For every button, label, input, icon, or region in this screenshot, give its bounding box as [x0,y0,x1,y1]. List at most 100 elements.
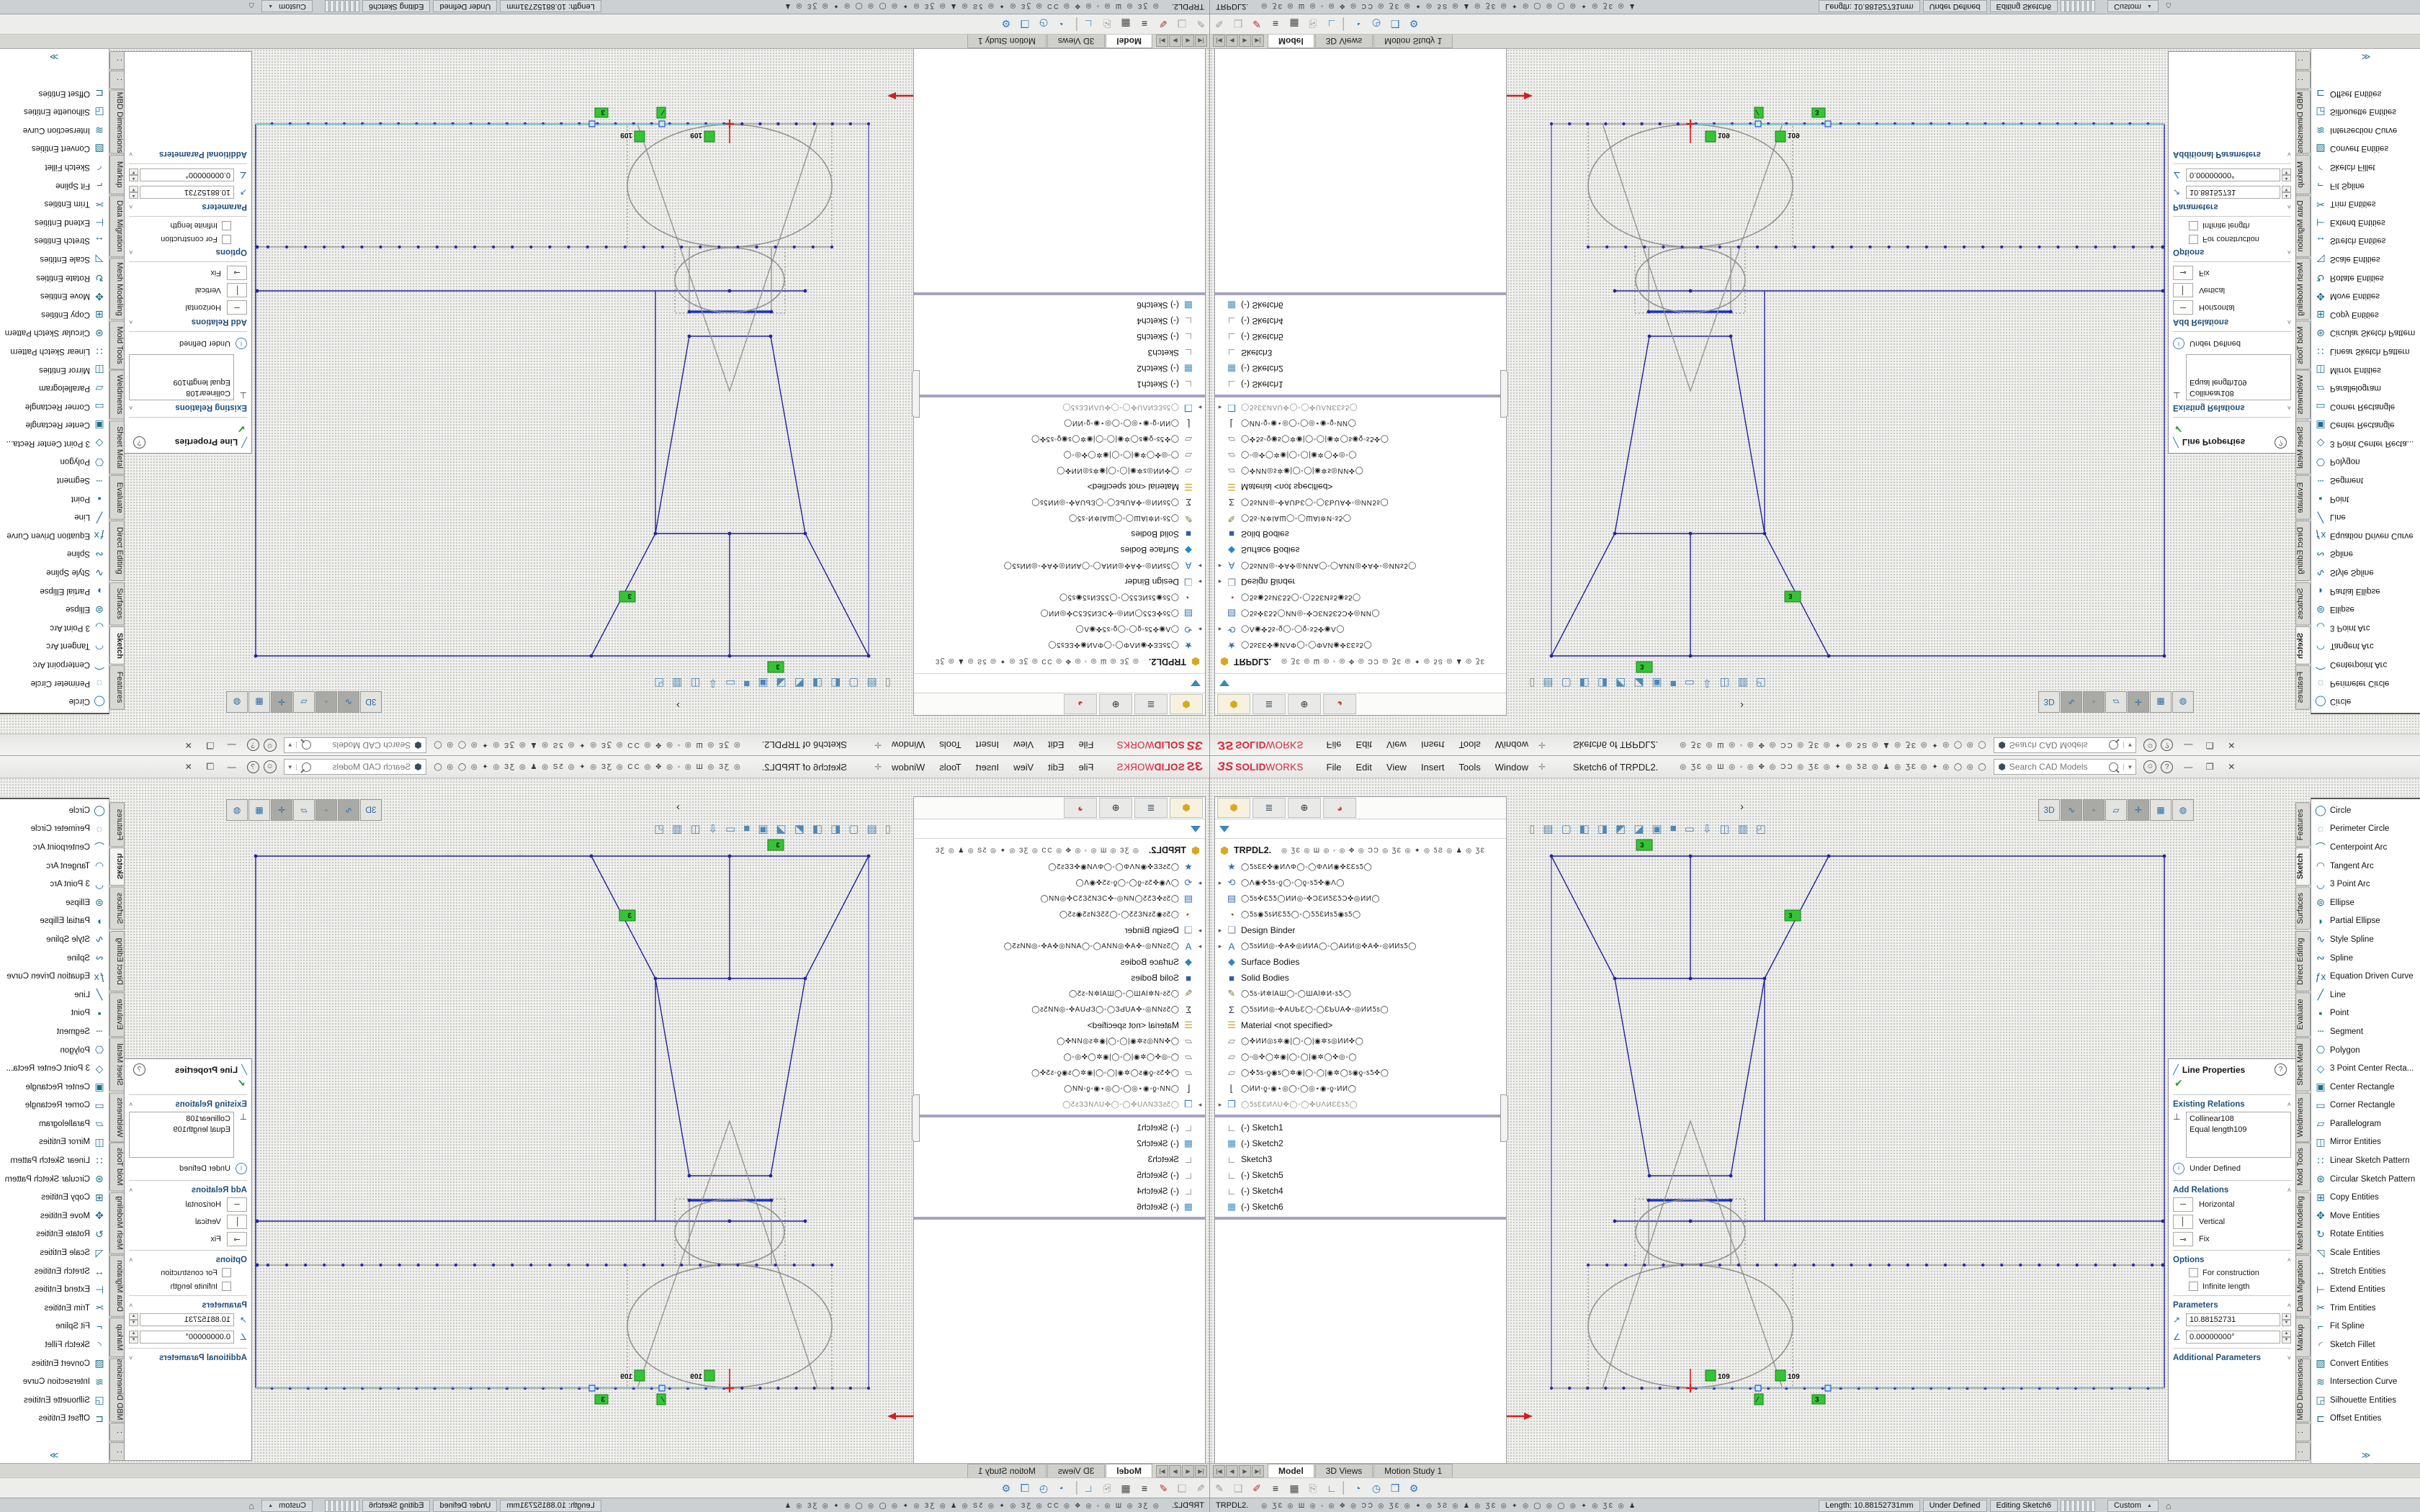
sketch-tool-item[interactable]: ƒx Equation Driven Curve [0,967,109,986]
view-tool-icon[interactable]: ✐ [1247,18,1266,30]
spinner-control[interactable]: ▲▼ [129,186,138,199]
sketch-tool-item[interactable]: ◌ Perimeter Circle [0,674,109,693]
command-tab[interactable]: Sheet Metal [109,420,125,474]
tree-filter-input[interactable] [1215,819,1506,839]
command-tab[interactable]: Sketch [2295,847,2311,886]
sketch-tool-item[interactable]: ⊏ Offset Entities [0,84,109,103]
command-tab[interactable]: Data Migration [109,1255,125,1317]
sketch-tool-item[interactable]: ▪ Point [0,1004,109,1023]
section-parameters[interactable]: Parameters [133,1301,247,1310]
command-tab[interactable]: Sketch [109,626,125,665]
sketch-tool-item[interactable]: ◡ 3 Point Arc [0,618,109,637]
relation-button-icon[interactable]: ⊸ [2173,1232,2193,1246]
tree-item[interactable]: ⌊ ◯ИИ◦ƍ◦◉⋆◎◯◦◯◎⋆◉◦ƍ◦ИИ◯ [1215,1081,1506,1097]
command-tab[interactable]: : [2295,51,2311,70]
feature-manager-tab[interactable]: ⬢ [1170,694,1203,714]
menu-item[interactable]: Tools [932,737,968,754]
command-tab[interactable]: Mesh Modeling [2295,1192,2311,1254]
sketch-tool-item[interactable]: ⊢ Extend Entities [0,1280,109,1299]
option-row[interactable]: For construction [2169,1266,2295,1279]
tree-item[interactable]: ▸ ⟲ ◯Λ◉✜Ƽƽ◦ƍ◯◦◯ƍ◦ƽƼ✜◉Λ◯ [1215,621,1506,637]
collapse-chevron-icon[interactable]: ˄ [2287,203,2291,210]
command-tab[interactable]: : [2295,1442,2311,1461]
tab-nav-arrow[interactable]: ▶| [1252,1465,1264,1477]
collapse-chevron-icon[interactable]: ˄ [2287,248,2291,256]
view-tool-icon[interactable]: ∟ [1079,18,1098,30]
option-row[interactable]: For construction [2169,233,2295,246]
panel-splitter-handle[interactable] [912,1094,920,1142]
relation-entry[interactable]: Collinear108 [133,1114,230,1125]
unit-system-selector[interactable]: Custom ▲ [2107,1,2159,13]
user-account-icon[interactable]: ☺ [264,760,277,773]
toolbar-overflow-chevron[interactable]: › [1740,699,1744,711]
sketch-tool-item[interactable]: ◡ 3 Point Arc [2311,875,2420,894]
command-tab[interactable]: Markup [2295,155,2311,194]
hide-show-button[interactable]: ◦ [315,691,337,713]
restore-button[interactable]: ❐ [200,740,221,750]
document-tab[interactable]: Motion Study 1 [1373,34,1453,48]
sketch-tool-item[interactable]: ∾ Spline [0,545,109,564]
sketch-tool-item[interactable]: ▭ Corner Rectangle [2311,397,2420,416]
tree-item[interactable]: ▸ ❏ Design Binder [914,574,1205,590]
hide-show-button[interactable]: ✛ [271,799,292,821]
sketch-tool-item[interactable]: ⊞ Copy Entities [0,305,109,324]
tree-item[interactable]: ▱ ◯✜ИИ◎ƽ✲◉|◯◦◯|◉✲ƽ◎ИИ✜◯ [914,1033,1205,1049]
sketch-tool-item[interactable]: ƒx Equation Driven Curve [2311,526,2420,545]
tree-item[interactable]: ▱ ◯◦◎✜◯✲◉|◯◦◯|◉✲◯✜◎◦◯ [914,1049,1205,1065]
tab-nav-arrow[interactable]: ▶ [1169,1465,1181,1477]
command-tab[interactable]: Markup [2295,1318,2311,1357]
menu-item[interactable]: Insert [1414,759,1452,775]
view-tool-icon[interactable]: ⎘ [1304,1482,1322,1495]
tree-item[interactable]: ▱ ◯✜Ƽƽ◦ƍ◉ƽ◯✲◉|◯◦◯|◉✲◯ƽ◉ƍ◦ƽƼ✜◯ [914,431,1205,447]
search-icon[interactable] [2109,741,2118,750]
sketch-tool-item[interactable]: ◯ Circle [2311,692,2420,711]
sketch-tool-item[interactable]: ∾ Spline [2311,545,2420,564]
view-tool-icon[interactable]: ∟ [1322,1482,1341,1494]
sketch-tool-item[interactable]: ∿ Style Spline [0,930,109,949]
command-tab[interactable]: Sketch [109,847,125,886]
hide-show-button[interactable]: ✛ [2128,799,2149,821]
command-tab[interactable]: Mold Tools [2295,1143,2311,1192]
close-button[interactable]: ✕ [178,740,200,750]
view-tool-icon[interactable]: ❒ [1016,18,1034,30]
search-dropdown-icon[interactable]: ▼ [2123,764,2136,770]
view-orientation-icon[interactable]: ◪ [1634,677,1644,690]
relation-entry[interactable]: Collinear108 [133,387,230,398]
expand-arrow-icon[interactable]: ▸ [1215,1101,1225,1109]
expand-chevron-icon[interactable]: ˅ [2287,1354,2291,1362]
menu-item[interactable]: Tools [932,759,968,775]
checkbox[interactable] [2189,221,2198,230]
sketch-tool-item[interactable]: ∷ Linear Sketch Pattern [0,342,109,361]
command-tab[interactable]: Mesh Modeling [2295,258,2311,320]
tree-item[interactable]: ▱ ◯✜Ƽƽ◦ƍ◉ƽ◯✲◉|◯◦◯|◉✲◯ƽ◉ƍ◦ƽƼ✜◯ [1215,1065,1506,1081]
tree-item[interactable]: ◆ Surface Bodies [914,954,1205,970]
tree-item[interactable]: ∟ Sketch3 [1215,1151,1506,1167]
pin-icon[interactable]: ✛ [874,740,882,750]
sketch-tool-item[interactable]: ▣ Center Rectangle [0,416,109,435]
checkbox[interactable] [2189,1268,2198,1277]
command-tab[interactable]: MBD Dimensions [2295,90,2311,154]
spinner-control[interactable]: ▲▼ [129,1331,138,1344]
sketch-tool-item[interactable]: ◜ Sketch Fillet [2311,158,2420,176]
document-tab[interactable]: Motion Study 1 [967,34,1047,48]
view-tool-icon[interactable]: ❒ [1386,18,1404,30]
hide-show-button[interactable]: ◍ [2172,799,2194,821]
hide-show-button[interactable]: ∿ [2061,799,2082,821]
restore-button[interactable]: ❐ [2199,740,2220,750]
tree-item[interactable]: ▱ ◯✜ИИ◎ƽ✲◉|◯◦◯|◉✲ƽ◎ИИ✜◯ [914,463,1205,479]
checkbox[interactable] [2189,1282,2198,1291]
menu-item[interactable]: View [1379,759,1414,775]
document-tab[interactable]: Model [1106,1464,1152,1478]
tab-nav-arrow[interactable]: ▶ [1169,35,1181,47]
menu-item[interactable]: View [1379,737,1414,754]
search-dropdown-icon[interactable]: ▼ [2123,742,2136,749]
view-orientation-icon[interactable]: ▤ [867,822,877,835]
view-tool-icon[interactable]: ⚙ [1404,1482,1423,1495]
sketch-tool-item[interactable]: ✂ Trim Entities [2311,1299,2420,1318]
section-options[interactable]: Options [2173,1256,2287,1264]
command-tab[interactable]: Features [2295,802,2311,847]
view-orientation-icon[interactable]: ◪ [776,677,786,690]
section-additional-parameters[interactable]: Additional Parameters [133,1354,247,1362]
sketch-tool-item[interactable]: ▱ Parallelogram [0,1115,109,1133]
sketch-tool-item[interactable]: ▣ Center Rectangle [2311,1078,2420,1097]
